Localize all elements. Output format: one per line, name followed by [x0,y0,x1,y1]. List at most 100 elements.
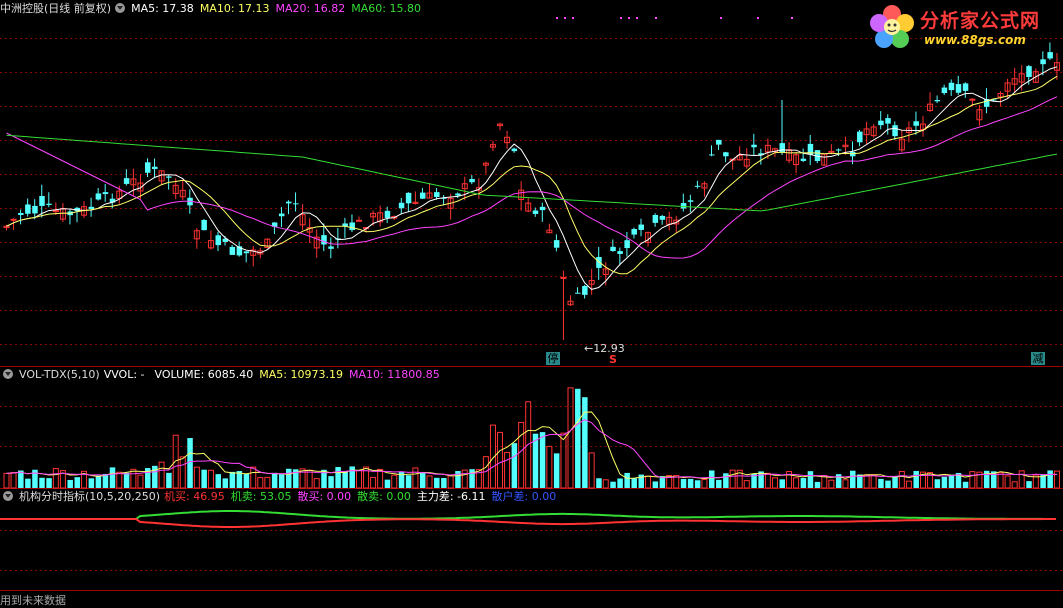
candle-body [356,219,362,222]
volume-bar [109,467,116,488]
low-price-marker: ←12.93 [584,342,625,355]
volume-bar [807,471,814,488]
volume-bar [52,468,59,489]
volume-bar [215,474,221,488]
volume-bar [560,432,567,489]
volume-bar [412,467,419,489]
candle-body [102,192,109,195]
site-logo[interactable]: 分析家公式网 www.88gs.com [866,2,1061,54]
top-dot [556,17,558,19]
volume-bar [546,445,553,489]
candle-body [201,219,207,231]
volume-bar [229,471,236,488]
volume-bar [1047,470,1053,488]
volume-bar [67,479,73,488]
volume-bar [74,477,80,488]
ma20-label: MA20: 16.82 [275,2,346,15]
top-dot [655,17,657,19]
candle-body [709,154,715,156]
volume-bar [342,471,348,488]
candle-body [152,166,158,170]
candle-body [723,152,729,157]
volume-bar [1026,481,1032,488]
candle-body [328,246,334,249]
candle-body [885,118,891,124]
candle-body [10,218,17,221]
volume-bar [447,475,454,489]
dropdown-circle-icon[interactable] [3,369,13,379]
main-panel-header: 中洲控股(日线 前复权) MA5: 17.38 MA10: 17.13 MA20: 1… [0,1,427,17]
candle-body [617,251,623,254]
candle-body [469,178,475,183]
volume-bar [870,474,877,489]
candle-body [694,185,701,187]
candle-body [123,178,130,184]
volume-bar [130,468,137,489]
volume-bar [193,466,200,489]
volume-bar [997,472,1004,489]
dropdown-circle-icon[interactable] [3,491,13,501]
volume-bar [179,456,186,489]
volume-bar [1011,481,1018,489]
volume-bar [384,479,391,488]
volume-bar [1053,470,1060,489]
volume-bar [434,477,440,488]
volume-bar [729,469,736,489]
suspend-marker[interactable]: 停 [546,352,560,365]
volume-bar [610,481,616,488]
jimai-sell-label: 机卖: 53.05 [230,490,292,503]
footer-note: 用到未来数据 [0,594,66,607]
volume-bar [828,479,835,489]
candle-body [624,240,630,249]
volume-ma5-line [6,411,1057,480]
candle-body [575,292,581,294]
volume-bar [243,473,250,488]
volume-bar [800,478,807,488]
volume-bar [172,434,179,489]
candle-body [243,251,250,254]
dropdown-circle-icon[interactable] [115,3,126,13]
volume-bar [116,471,123,489]
candle-body [229,246,236,255]
candle-body [95,193,102,200]
candle-body [582,286,588,295]
candle-body [1026,66,1032,78]
chart-canvas[interactable] [0,0,1063,603]
volume-bar [631,478,637,488]
volume-bar [123,472,130,488]
volume-bar [771,477,778,489]
volume-bar [250,466,257,489]
reduce-marker[interactable]: 减 [1031,352,1045,365]
volume-bar [1018,470,1025,489]
volume-bar [885,480,891,488]
candle-body [969,98,976,101]
volume-bar [207,469,214,489]
volume-bar [278,474,285,488]
sell-signal-marker[interactable]: S [609,353,617,366]
volume-bar [313,478,320,489]
top-dot [572,17,574,19]
volume-bar [166,472,172,488]
volume-bar [405,475,412,488]
volume-bar [680,479,687,488]
candle-body [934,100,941,102]
volume-bar [694,480,701,488]
volume-bar [701,478,708,489]
volume-bar [850,470,856,488]
volume-bar [461,469,468,489]
volume-bar [95,475,102,488]
volume-bar [898,470,905,489]
top-dot [757,17,759,19]
volume-bar [137,474,144,489]
volume-bar [764,472,771,489]
candle-body [560,276,567,279]
candle-body [680,203,687,209]
candle-body [948,82,955,91]
candle-body [955,84,962,93]
volume-bar [46,478,52,488]
candle-body [892,125,898,137]
top-dot [720,17,722,19]
candle-body [349,222,355,231]
candle-body [25,204,31,214]
ma60-label: MA60: 15.80 [351,2,421,15]
